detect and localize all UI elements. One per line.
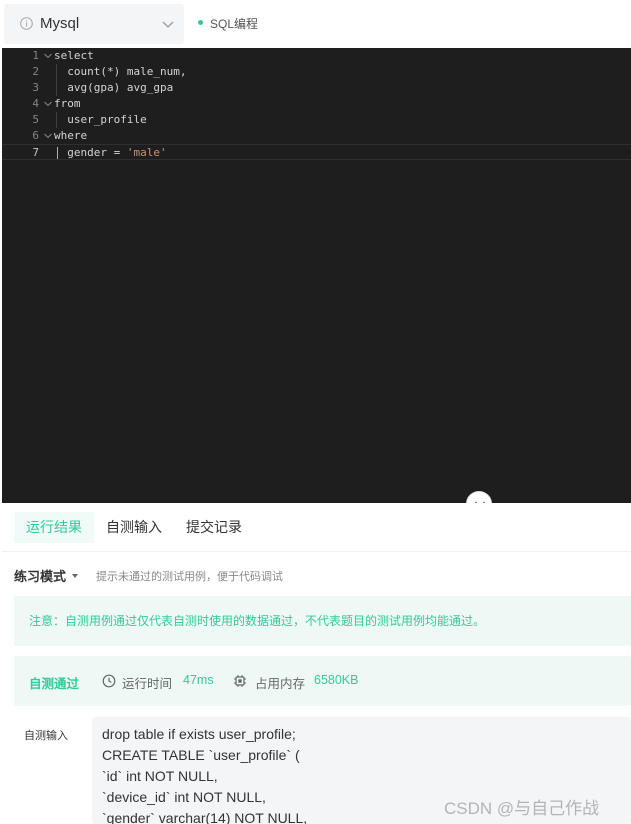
line-number: 1 [32,49,39,62]
code-text: user_profile [54,113,147,126]
clock-icon [102,674,116,688]
code-text: where [54,129,88,142]
tab-custom-input[interactable]: 自测输入 [94,512,174,543]
mode-tag-label: SQL编程 [210,17,259,31]
watermark: CSDN @与自己作战 [444,799,600,818]
tab-submission-history[interactable]: 提交记录 [174,512,254,543]
memory-chip-icon [234,675,246,687]
editor-toolbar: Mysql SQL编程 [0,0,631,48]
notice-banner: 注意：自测用例通过仅代表自测时使用的数据通过，不代表题目的测试用例均能通过。 [14,596,631,646]
fold-chevron-icon[interactable] [42,96,54,112]
code-line: 2 count(*) male_num, [2,64,631,80]
code-editor[interactable]: 1 select 2 count(*) male_num, 3 avg(gpa)… [2,48,631,503]
pass-status: 自测通过 [29,677,80,691]
chevron-down-icon [162,21,174,28]
code-line: 1 select [2,48,631,64]
result-tabs: 运行结果 自测输入 提交记录 [2,503,631,552]
practice-mode-dropdown[interactable]: 练习模式 [14,566,79,585]
language-select[interactable]: Mysql [4,4,184,44]
code-line: 6 where [2,128,631,144]
fold-chevron-icon[interactable] [42,48,54,64]
code-line: 5 user_profile [2,112,631,128]
code-text: select [54,49,94,62]
practice-mode-label: 练习模式 [14,569,67,584]
line-number: 2 [32,65,39,78]
code-line: 4 from [2,96,631,112]
code-text: count(*) male_num, [54,65,187,78]
notice-text: 注意：自测用例通过仅代表自测时使用的数据通过，不代表题目的测试用例均能通过。 [29,614,486,628]
custom-input-sql: drop table if exists user_profile; CREAT… [102,726,308,824]
memory-value: 6580KB [314,673,359,687]
string-literal: 'male' [126,146,167,159]
run-time-label: 运行时间 [122,677,173,691]
code-line: 3 avg(gpa) avg_gpa [2,80,631,96]
language-value: Mysql [40,15,80,32]
custom-input-label: 自测输入 [24,730,68,742]
fold-chevron-icon[interactable] [42,128,54,144]
caret-down-icon [72,573,79,578]
run-status-bar: 自测通过 运行时间 47ms 占用内存 6580KB [14,656,631,706]
info-icon [20,17,33,30]
practice-hint: 提示未通过的测试用例，便于代码调试 [96,571,283,583]
result-panel: 练习模式 提示未通过的测试用例，便于代码调试 注意：自测用例通过仅代表自测时使用… [2,552,631,824]
run-time-value: 47ms [183,673,214,687]
line-number: 6 [32,129,39,142]
memory-label: 占用内存 [255,677,306,691]
code-text: from [54,97,81,110]
line-number: 3 [32,81,39,94]
line-number: 5 [32,113,39,126]
code-text-highlighted: gender = 'male' [54,146,167,159]
tab-run-result[interactable]: 运行结果 [14,512,94,543]
mode-tag: SQL编程 [198,15,258,32]
line-number: 7 [32,146,39,159]
status-dot-icon [198,20,203,26]
line-number: 4 [32,97,39,110]
code-text: avg(gpa) avg_gpa [54,81,174,94]
code-line-current: 7 gender = 'male' [2,144,631,160]
